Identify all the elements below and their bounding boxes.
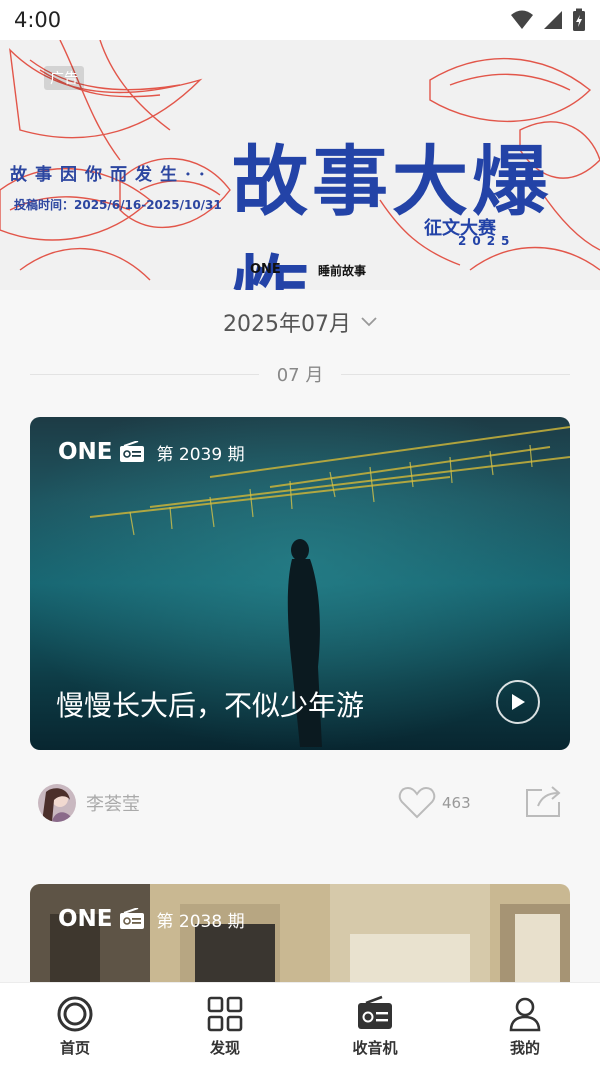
- month-selector-label: 2025年07月: [223, 312, 351, 337]
- one-logo: ONE: [58, 439, 113, 465]
- user-icon: [509, 997, 541, 1032]
- nav-item-me[interactable]: 我的: [450, 983, 600, 1066]
- signal-icon: [544, 11, 562, 29]
- status-icons: [510, 8, 586, 32]
- nav-label-radio: 收音机: [352, 1039, 398, 1057]
- ad-tag: 广告: [44, 66, 84, 90]
- banner-partner: 睡前故事: [318, 264, 367, 278]
- status-bar: 4:00: [0, 0, 600, 40]
- banner-brand: ONE: [250, 262, 281, 277]
- radio-badge-icon: [119, 441, 144, 462]
- divider-line-right: [341, 373, 571, 375]
- share-icon: [526, 786, 561, 817]
- nav-label-home: 首页: [59, 1039, 90, 1057]
- card-brand: ONE 第 2039 期: [58, 439, 245, 465]
- one-logo: ONE: [58, 906, 113, 932]
- radio-icon: [358, 995, 392, 1029]
- issue-number: 第 2039 期: [156, 444, 245, 465]
- play-button[interactable]: [496, 680, 540, 724]
- heart-icon: [398, 786, 436, 819]
- month-divider: 07 月: [30, 362, 571, 386]
- card-brand: ONE 第 2038 期: [58, 906, 245, 932]
- nav-item-home[interactable]: 首页: [0, 983, 150, 1066]
- nav-item-radio[interactable]: 收音机: [300, 983, 450, 1066]
- card-title: 慢慢长大后，不似少年游: [56, 689, 365, 722]
- nav-label-me: 我的: [509, 1039, 540, 1057]
- wifi-icon: [511, 10, 533, 29]
- month-selector[interactable]: 2025年07月: [0, 300, 600, 344]
- banner-year: 2025: [458, 234, 516, 248]
- status-time: 4:00: [14, 8, 62, 32]
- author-name[interactable]: 李荟莹: [86, 790, 140, 816]
- home-ring-icon: [57, 996, 93, 1032]
- issue-card[interactable]: ONE 第 2039 期 慢慢长大后，不似少年游: [30, 417, 570, 750]
- play-icon: [512, 694, 525, 710]
- chevron-down-icon: [361, 317, 377, 327]
- banner-subtitle: 故事因你而发生··: [10, 165, 213, 185]
- like-count: 463: [442, 794, 471, 812]
- grid-icon: [207, 996, 243, 1032]
- card-building-image: [30, 884, 570, 994]
- battery-icon: [573, 8, 585, 31]
- nav-label-discover: 发现: [209, 1039, 240, 1057]
- ad-banner[interactable]: 广告 故事因你而发生·· 投稿时间：2025/6/16-2025/10/31 故…: [0, 40, 600, 290]
- issue-number: 第 2038 期: [156, 911, 245, 932]
- author-row: 李荟莹 463: [30, 778, 570, 828]
- bottom-nav: 首页 发现 收音机 我的: [0, 982, 600, 1066]
- banner-date: 投稿时间：2025/6/16-2025/10/31: [14, 198, 222, 212]
- radio-badge-icon: [119, 908, 144, 929]
- divider-line-left: [30, 373, 259, 375]
- nav-item-discover[interactable]: 发现: [150, 983, 300, 1066]
- like-button[interactable]: 463: [398, 786, 471, 820]
- share-button[interactable]: [524, 784, 564, 822]
- month-divider-label: 07 月: [276, 365, 324, 386]
- avatar[interactable]: [38, 784, 76, 822]
- banner-title: 故事大爆炸: [232, 137, 552, 290]
- issue-card[interactable]: ONE 第 2038 期: [30, 884, 570, 994]
